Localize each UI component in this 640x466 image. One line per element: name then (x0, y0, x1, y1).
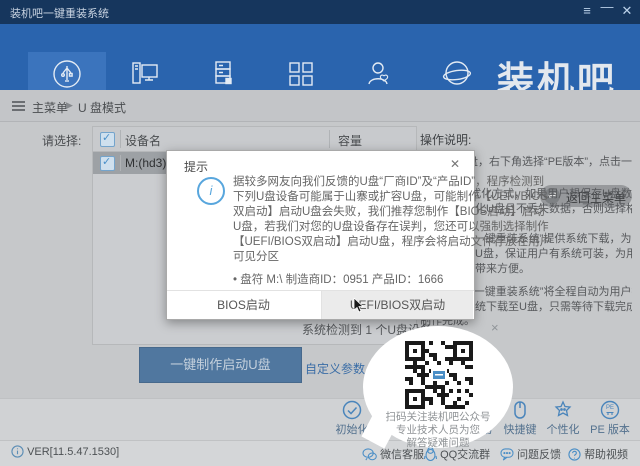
uefi-bios-boot-button[interactable]: UEFI/BIOS双启动 (321, 291, 473, 319)
window-menu-icon[interactable]: ≡ (578, 3, 596, 18)
breadcrumb-current: U 盘模式 (78, 101, 127, 115)
qr-caption-line: 解答疑难问题 (406, 437, 470, 449)
dialog-text-line: 下列U盘设备可能属于山寨或扩容U盘，可能制作【UEFI/BIOS (233, 191, 548, 203)
computer-icon (106, 59, 184, 89)
title-bar: 装机吧一键重装系统 ≡ — ✕ (0, 0, 640, 24)
toolbar-item-pe-version[interactable]: PE PE 版本 (582, 400, 638, 437)
qr-popup: 扫码关注装机吧公众号 专业技术人员为您 解答疑难问题 (363, 326, 513, 449)
custom-params-link[interactable]: 自定义参数 (305, 360, 365, 377)
toolbar-item-label: PE 版本 (590, 424, 630, 436)
dialog-close-icon[interactable]: ✕ (450, 157, 460, 171)
make-usb-button[interactable]: 一键制作启动U盘 (139, 347, 302, 383)
column-device-name: 设备名 (125, 134, 162, 148)
mouse-cursor-icon (353, 298, 365, 313)
prompt-dialog: 提示 ✕ i 据较多网友向我们反馈的U盘“厂商ID”及“产品ID”，程序检测到 … (166, 150, 552, 320)
app-window: 装机吧一键重装系统 ≡ — ✕ U 盘启动 一键装机 备份/还原 软件大全 人工… (0, 0, 640, 466)
info-icon: i (197, 177, 225, 205)
website-icon (418, 59, 496, 89)
pe-version-icon: PE (582, 400, 638, 420)
statusbar-link-label: 帮助视频 (584, 449, 629, 461)
dialog-drive-info: • 盘符 M:\ 制造商ID：0951 产品ID：1666 (233, 274, 444, 286)
window-title: 装机吧一键重装系统 (10, 8, 109, 20)
instructions-title: 操作说明: (420, 133, 472, 147)
dialog-text-line: 【UEFI/BIOS双启动】启动U盘，程序会将启动文件存放在用户 (233, 236, 552, 248)
breadcrumb-root[interactable]: 主菜单 (32, 99, 68, 116)
version-info: VER[11.5.47.1530] (11, 445, 119, 458)
dialog-button-row: BIOS启动 UEFI/BIOS双启动 (167, 290, 474, 319)
qr-code (405, 341, 473, 409)
column-capacity: 容量 (338, 134, 363, 148)
dialog-text-line: 据较多网友向我们反馈的U盘“厂商ID”及“产品ID”，程序检测到 (233, 176, 545, 188)
svg-text:PE: PE (606, 405, 614, 411)
help-icon (568, 448, 581, 461)
instructions-close-icon[interactable]: × (491, 320, 499, 335)
menu-icon[interactable] (12, 99, 25, 113)
minimize-icon[interactable]: — (598, 0, 616, 14)
service-icon (340, 59, 418, 89)
device-table-header: 设备名 容量 (93, 127, 416, 152)
bios-boot-button[interactable]: BIOS启动 (167, 291, 320, 319)
breadcrumb-bar: 主菜单 ▶ U 盘模式 ↩ 返回主菜单 (0, 90, 640, 207)
statusbar-link-label: 微信客服 (380, 449, 425, 461)
dialog-title: 提示 (184, 160, 209, 174)
statusbar-link-label: 问题反馈 (517, 449, 562, 461)
usb-icon (28, 59, 106, 89)
info-icon (11, 445, 24, 458)
dialog-text-line: 可见分区 (233, 251, 279, 263)
breadcrumb-separator-icon: ▶ (66, 100, 73, 110)
select-all-checkbox[interactable] (100, 131, 115, 147)
apps-icon (262, 59, 340, 89)
select-label: 请选择: (42, 134, 82, 148)
backup-icon (184, 59, 262, 89)
dialog-text-line: U盘，若我们对您的U盘设备存在误判，您还可以强制选择制作 (233, 221, 549, 233)
device-row-checkbox[interactable] (100, 155, 115, 171)
dialog-text-line: 双启动】启动U盘会失败，我们推荐您制作【BIOS启动】启动 (233, 206, 545, 218)
close-icon[interactable]: ✕ (618, 3, 636, 19)
main-nav: U 盘启动 一键装机 备份/还原 软件大全 人工服务 官方网站 装机吧 zhua… (0, 24, 640, 114)
statusbar-link-label: QQ交流群 (440, 449, 491, 461)
help-video-link[interactable]: 帮助视频 (568, 446, 628, 462)
version-text: VER[11.5.47.1530] (27, 446, 120, 458)
